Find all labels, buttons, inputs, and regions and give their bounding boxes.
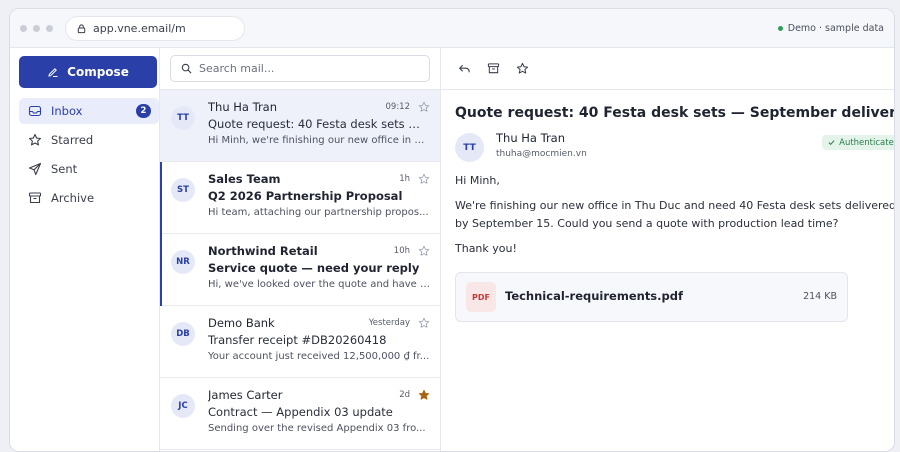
email-greeting: Hi Minh, — [455, 174, 500, 187]
avatar: ST — [171, 178, 195, 202]
message-time: 09:12 — [385, 101, 411, 112]
sidebar-item-inbox[interactable]: Inbox 2 — [19, 98, 159, 124]
avatar: TT — [455, 133, 484, 162]
window-controls — [20, 24, 53, 32]
message-row[interactable]: JC James Carter 2d Contract — Appendix 0… — [160, 378, 440, 450]
email-subject: Quote request: 40 Festa desk sets — Sept… — [455, 105, 895, 121]
message-row[interactable]: ST Sales Team 1h Q2 2026 Partnership Pro… — [160, 162, 440, 234]
authenticated-badge: Authenticated — [822, 135, 895, 150]
star-filled-icon[interactable] — [418, 389, 430, 401]
message-sender: Sales Team — [208, 171, 281, 186]
attachment-size: 214 KB — [803, 291, 837, 302]
message-preview: Hi Minh, we're finishing our new office … — [208, 135, 430, 146]
compose-button[interactable]: Compose — [19, 56, 157, 88]
avatar: TT — [171, 106, 195, 130]
email-closing: Thank you! — [455, 242, 517, 255]
email-body: We're finishing our new office in Thu Du… — [455, 199, 895, 230]
message-toolbar — [441, 48, 894, 90]
sidebar-item-label: Archive — [51, 191, 95, 205]
message-sender: James Carter — [208, 387, 283, 402]
attachment-name: Technical-requirements.pdf — [505, 289, 683, 303]
message-sender: Northwind Retail — [208, 243, 318, 258]
url-text: app.vne.email/m — [93, 21, 186, 35]
sidebar: Compose Inbox 2 Starred Sent Archive — [10, 48, 159, 451]
inbox-icon — [28, 105, 42, 117]
browser-bar: app.vne.email/m Demo · sample data — [10, 9, 894, 48]
authenticated-label: Authenticated — [839, 137, 895, 148]
message-row[interactable]: DB Demo Bank Yesterday Transfer receipt … — [160, 306, 440, 378]
message-subject: Q2 2026 Partnership Proposal — [208, 189, 403, 203]
message-subject: Service quote — need your reply — [208, 261, 420, 275]
compose-label: Compose — [67, 65, 129, 79]
message-time: Yesterday — [368, 317, 410, 328]
message-row[interactable]: NR Northwind Retail 10h Service quote — … — [160, 234, 440, 306]
check-icon — [828, 140, 835, 146]
message-sender: Thu Ha Tran — [208, 99, 278, 114]
message-subject: Contract — Appendix 03 update — [208, 405, 393, 419]
avatar: JC — [171, 394, 195, 418]
pdf-file-icon: PDF — [466, 282, 496, 312]
message-time: 2d — [399, 389, 410, 400]
avatar: NR — [171, 250, 195, 274]
star-outline-icon[interactable] — [418, 173, 430, 185]
mailbox-nav: Inbox 2 Starred Sent Archive — [19, 98, 159, 211]
archive-icon[interactable] — [487, 62, 500, 75]
search-input[interactable]: Search mail... — [170, 55, 430, 82]
message-subject: Quote request: 40 Festa desk sets — S... — [208, 117, 430, 131]
message-list: Search mail... TT Thu Ha Tran 09:12 Quot… — [159, 48, 441, 451]
search-icon — [181, 63, 192, 74]
message-time: 10h — [393, 245, 410, 256]
message-time: 1h — [399, 173, 410, 184]
sidebar-item-label: Starred — [51, 133, 94, 147]
sidebar-item-archive[interactable]: Archive — [19, 185, 159, 211]
window-dot-minimize[interactable] — [33, 24, 40, 32]
lock-icon — [77, 23, 86, 33]
sidebar-item-starred[interactable]: Starred — [19, 127, 159, 153]
sidebar-item-label: Sent — [51, 162, 78, 176]
message-preview: Hi team, attaching our partnership propo… — [208, 207, 429, 218]
reading-pane: Quote request: 40 Festa desk sets — Sept… — [441, 48, 895, 451]
star-icon — [28, 133, 42, 146]
attachment-card[interactable]: PDF Technical-requirements.pdf 214 KB — [455, 272, 848, 322]
sidebar-item-sent[interactable]: Sent — [19, 156, 159, 182]
status-dot-icon — [777, 26, 783, 31]
message-preview: Sending over the revised Appendix 03 fro… — [208, 423, 426, 434]
sender-name: Thu Ha Tran — [496, 131, 566, 145]
star-outline-icon[interactable] — [418, 101, 430, 113]
app-window: app.vne.email/m Demo · sample data Compo… — [9, 8, 895, 452]
sender-info: TT Thu Ha Tran thuha@mocmien.vn Authenti… — [455, 131, 895, 169]
unread-count-badge: 2 — [136, 104, 151, 118]
star-outline-icon[interactable] — [418, 245, 430, 257]
window-dot-close[interactable] — [20, 24, 27, 32]
pencil-icon — [48, 68, 58, 77]
address-bar[interactable]: app.vne.email/m — [65, 15, 245, 41]
sidebar-item-label: Inbox — [51, 104, 83, 118]
send-icon — [28, 162, 42, 176]
demo-status-label: Demo · sample data — [787, 23, 884, 34]
search-placeholder: Search mail... — [199, 62, 275, 75]
message-preview: Hi, we've looked over the quote and have… — [208, 279, 430, 290]
message-preview: Your account just received 12,500,000 ₫ … — [208, 351, 430, 362]
sender-email: thuha@mocmien.vn — [496, 149, 587, 159]
message-sender: Demo Bank — [208, 315, 275, 330]
message-subject: Transfer receipt #DB20260418 — [208, 333, 387, 347]
window-dot-maximize[interactable] — [46, 24, 53, 32]
demo-status: Demo · sample data — [777, 9, 884, 48]
reply-icon[interactable] — [458, 62, 471, 75]
star-outline-icon[interactable] — [418, 317, 430, 329]
star-icon[interactable] — [516, 62, 529, 75]
archive-icon — [28, 192, 42, 204]
message-row[interactable]: TT Thu Ha Tran 09:12 Quote request: 40 F… — [160, 90, 440, 162]
avatar: DB — [171, 322, 195, 346]
